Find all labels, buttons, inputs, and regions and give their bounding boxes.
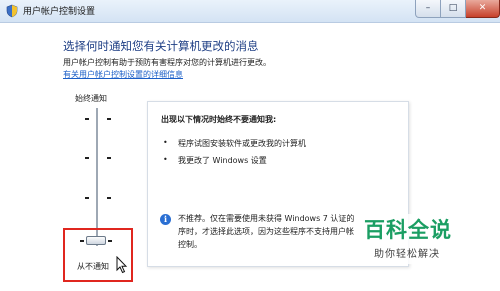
slider-tick <box>107 118 111 120</box>
title-bar: 用户帐户控制设置 – □ ✕ <box>0 0 500 23</box>
watermark: 百科全说 助你轻松解决 <box>364 214 494 264</box>
bullet-item: 程序试图安装软件或更改我的计算机 <box>178 139 306 148</box>
note-line: 控制。 <box>178 240 202 249</box>
window-title: 用户帐户控制设置 <box>23 7 96 17</box>
slider-tick <box>107 157 111 159</box>
bullet-icon: • <box>163 138 168 147</box>
slider-tick <box>85 157 89 159</box>
slider-tick <box>85 197 89 199</box>
minimize-button[interactable]: – <box>415 0 441 18</box>
notification-slider-track[interactable] <box>96 108 98 246</box>
help-link[interactable]: 有关用户帐户控制设置的详细信息 <box>63 69 183 80</box>
description-text: 用户帐户控制有助于预防有害程序对您的计算机进行更改。 <box>63 58 271 67</box>
close-button[interactable]: ✕ <box>466 0 500 18</box>
shield-icon <box>6 4 18 18</box>
maximize-button[interactable]: □ <box>441 0 466 18</box>
page-title: 选择何时通知您有关计算机更改的消息 <box>63 39 259 53</box>
bullet-item: 我更改了 Windows 设置 <box>178 156 267 165</box>
note-line: 序时，才选择此选项，因为这些程序不支持用户帐 <box>178 227 354 236</box>
watermark-title: 百科全说 <box>364 218 452 242</box>
slider-tick <box>85 118 89 120</box>
watermark-subtitle: 助你轻松解决 <box>374 249 440 260</box>
slider-tick <box>107 197 111 199</box>
slider-top-label: 始终通知 <box>75 94 107 103</box>
note-line: 不推荐。仅在需要使用未获得 Windows 7 认证的 <box>178 214 355 223</box>
bullet-icon: • <box>163 155 168 164</box>
info-heading: 出现以下情况时始终不要通知我: <box>161 115 277 124</box>
mouse-cursor-icon <box>116 256 128 274</box>
info-icon: i <box>160 214 171 225</box>
